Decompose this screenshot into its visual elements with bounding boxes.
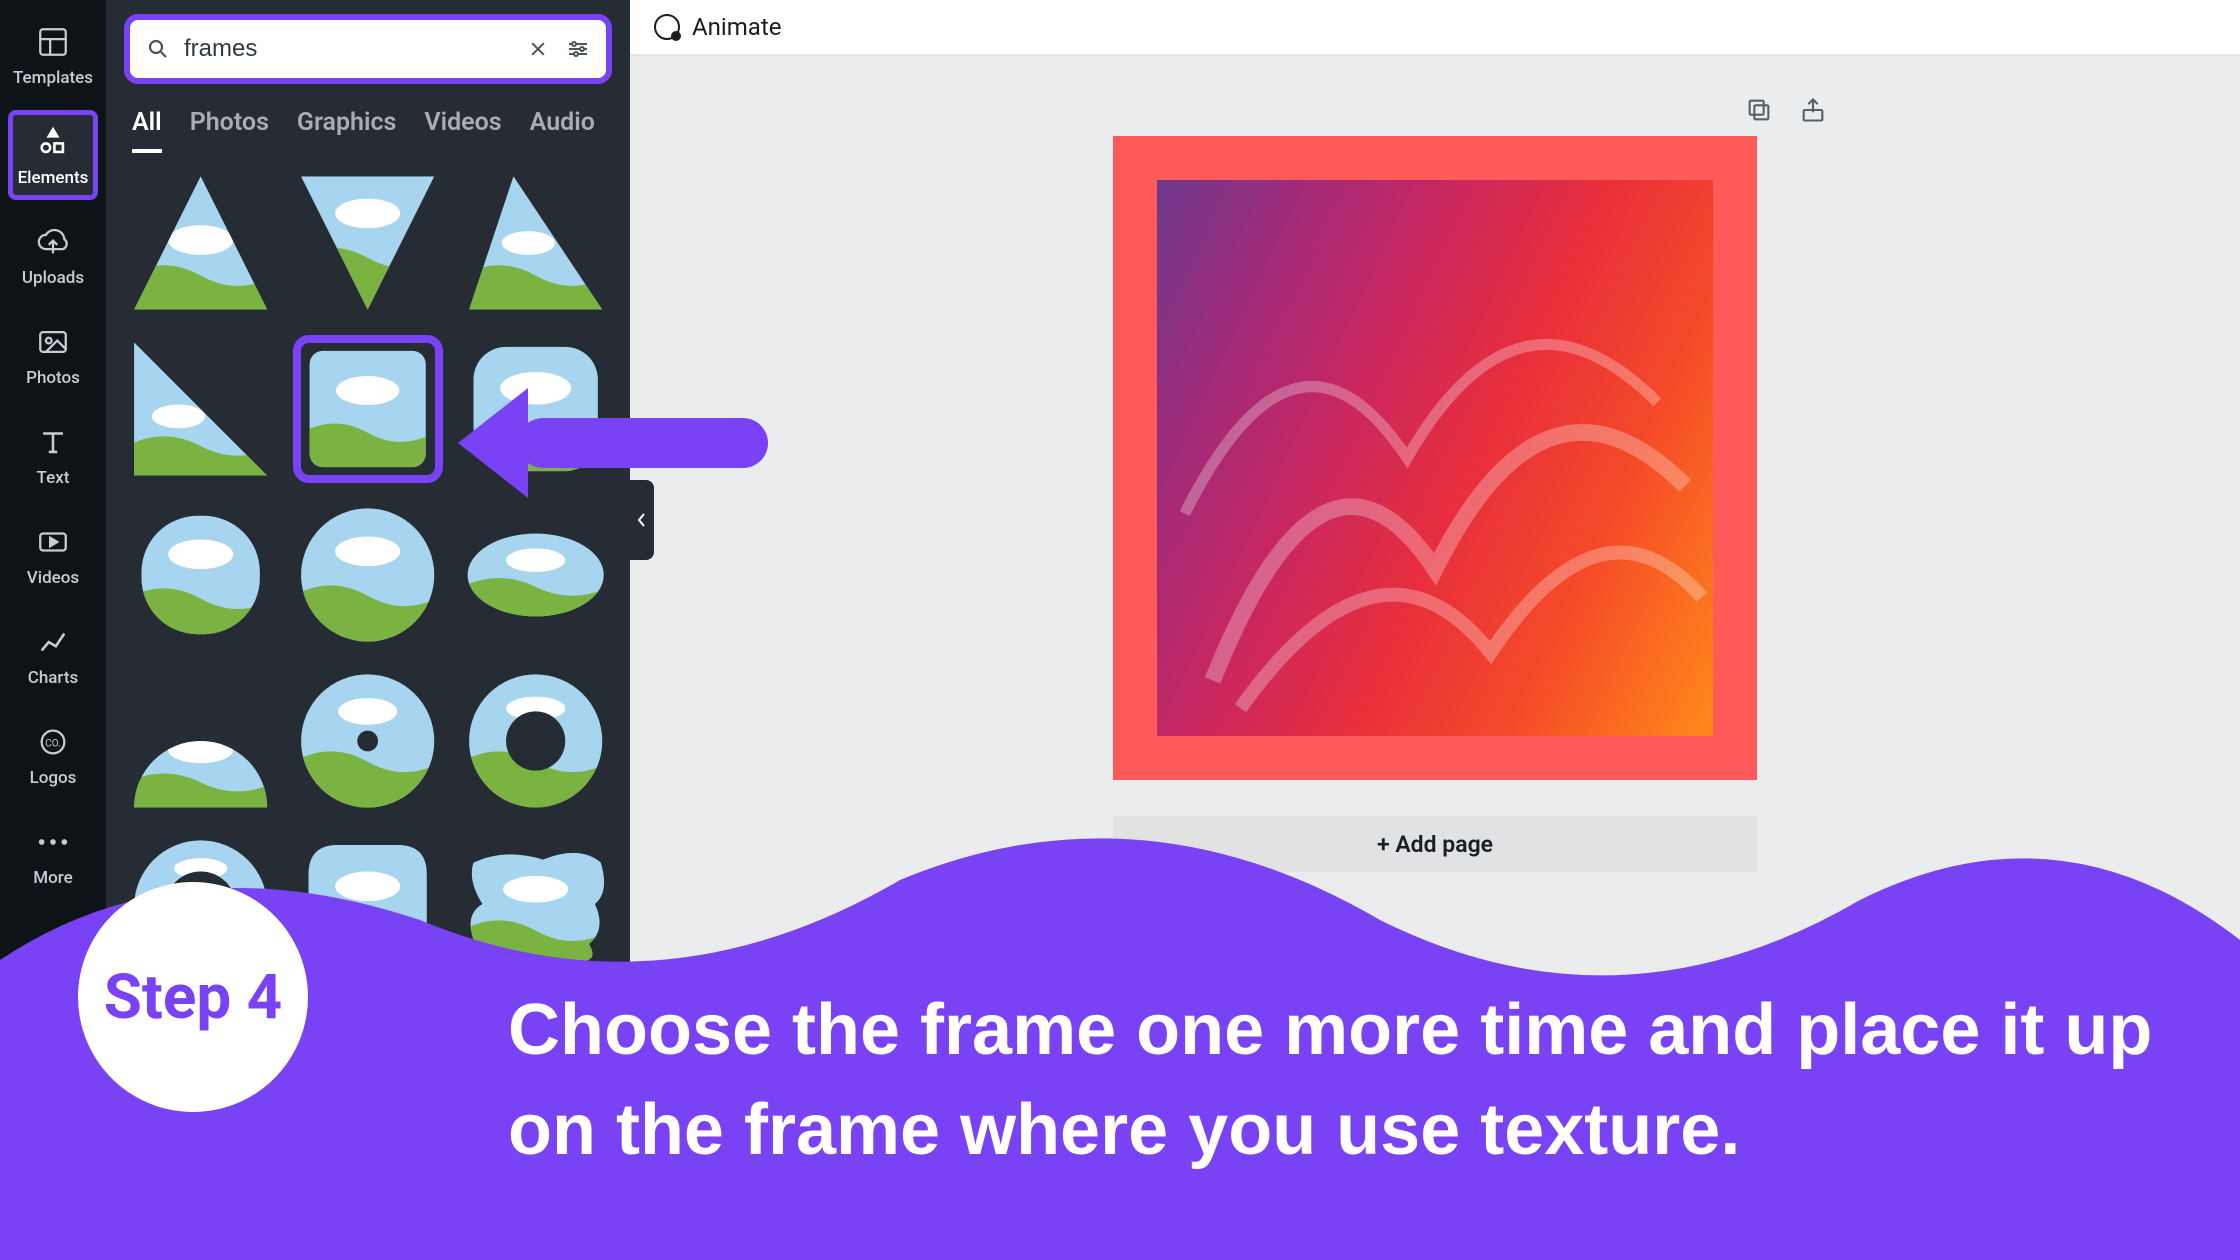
frame-oval[interactable] bbox=[461, 501, 610, 649]
search-bar bbox=[130, 20, 606, 78]
frame-right-triangle[interactable] bbox=[126, 335, 275, 483]
frame-square-highlighted[interactable] bbox=[293, 335, 442, 483]
tab-videos[interactable]: Videos bbox=[424, 108, 501, 153]
nav-logos[interactable]: CO. Logos bbox=[8, 710, 98, 800]
frame-donut[interactable] bbox=[461, 667, 610, 815]
nav-label: Uploads bbox=[22, 268, 84, 288]
nav-label: Text bbox=[37, 468, 70, 488]
animate-button[interactable]: Animate bbox=[654, 13, 781, 41]
tab-graphics[interactable]: Graphics bbox=[297, 108, 396, 153]
share-page-icon[interactable] bbox=[1799, 96, 1829, 126]
nav-charts[interactable]: Charts bbox=[8, 610, 98, 700]
tab-all[interactable]: All bbox=[132, 108, 162, 153]
animate-label: Animate bbox=[692, 13, 781, 41]
logos-icon: CO. bbox=[36, 722, 70, 762]
nav-templates[interactable]: Templates bbox=[8, 10, 98, 100]
nav-text[interactable]: Text bbox=[8, 410, 98, 500]
frame-triangle-right-lean[interactable] bbox=[461, 169, 610, 317]
design-page[interactable] bbox=[1113, 136, 1757, 780]
nav-photos[interactable]: Photos bbox=[8, 310, 98, 400]
top-toolbar: Animate bbox=[630, 0, 2240, 56]
tutorial-arrow bbox=[448, 378, 778, 512]
nav-uploads[interactable]: Uploads bbox=[8, 210, 98, 300]
frame-triangle-up[interactable] bbox=[126, 169, 275, 317]
charts-icon bbox=[36, 622, 70, 662]
photos-icon bbox=[36, 322, 70, 362]
clear-icon[interactable] bbox=[524, 35, 552, 63]
nav-label: Templates bbox=[13, 68, 93, 88]
page-actions bbox=[1745, 96, 1829, 126]
svg-text:CO.: CO. bbox=[45, 738, 60, 749]
animate-icon bbox=[654, 14, 680, 40]
elements-icon bbox=[36, 122, 70, 162]
filter-tabs: All Photos Graphics Videos Audio bbox=[106, 94, 630, 153]
search-icon bbox=[144, 35, 172, 63]
nav-label: Videos bbox=[27, 568, 79, 588]
filter-icon[interactable] bbox=[564, 35, 592, 63]
nav-elements[interactable]: Elements bbox=[8, 110, 98, 200]
nav-label: Photos bbox=[26, 368, 80, 388]
frame-dome[interactable] bbox=[126, 667, 275, 815]
search-input[interactable] bbox=[184, 35, 512, 63]
frame-circle-dot[interactable] bbox=[293, 667, 442, 815]
design-texture[interactable] bbox=[1157, 180, 1713, 736]
step-badge: Step 4 bbox=[78, 882, 308, 1112]
nav-label: Logos bbox=[30, 768, 77, 788]
tutorial-overlay: Step 4 Choose the frame one more time an… bbox=[0, 820, 2240, 1260]
tab-photos[interactable]: Photos bbox=[190, 108, 269, 153]
videos-icon bbox=[36, 522, 70, 562]
tab-audio[interactable]: Audio bbox=[530, 108, 595, 153]
search-highlight bbox=[124, 14, 612, 84]
uploads-icon bbox=[36, 222, 70, 262]
text-icon bbox=[36, 422, 70, 462]
nav-videos[interactable]: Videos bbox=[8, 510, 98, 600]
duplicate-page-icon[interactable] bbox=[1745, 96, 1775, 126]
templates-icon bbox=[36, 22, 70, 62]
instruction-text: Choose the frame one more time and place… bbox=[508, 981, 2180, 1180]
nav-label: Elements bbox=[18, 168, 89, 188]
frame-triangle-down[interactable] bbox=[293, 169, 442, 317]
frame-circle[interactable] bbox=[293, 501, 442, 649]
nav-label: Charts bbox=[28, 668, 79, 688]
frame-squircle[interactable] bbox=[126, 501, 275, 649]
